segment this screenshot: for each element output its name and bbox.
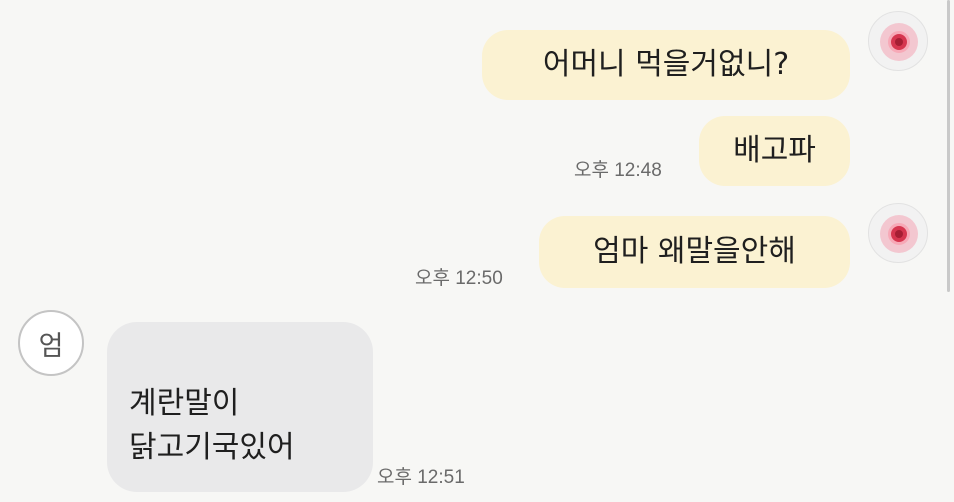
sender-initial: 엄 — [38, 330, 64, 362]
message-text: 어머니 먹을거없니? — [542, 47, 790, 82]
message-line: 닭고기국있어 — [129, 430, 295, 465]
message-timestamp: 오후 12:51 — [377, 467, 465, 488]
my-avatar-icon[interactable] — [868, 203, 928, 263]
message-text: 계란말이 닭고기국있어 — [129, 382, 295, 470]
sender-avatar[interactable]: 엄 — [18, 310, 84, 376]
message-line: 계란말이 — [129, 386, 240, 421]
outgoing-message[interactable]: 배고파 — [699, 116, 850, 186]
outgoing-message[interactable]: 엄마 왜말을안해 — [539, 216, 850, 288]
scrollbar[interactable] — [947, 0, 950, 292]
message-timestamp: 오후 12:50 — [415, 268, 503, 289]
incoming-message[interactable]: 계란말이 닭고기국있어 — [107, 322, 373, 492]
message-text: 배고파 — [733, 133, 816, 168]
my-avatar-icon[interactable] — [868, 11, 928, 71]
outgoing-message[interactable]: 어머니 먹을거없니? — [482, 30, 850, 100]
message-text: 엄마 왜말을안해 — [593, 234, 796, 269]
message-timestamp: 오후 12:48 — [574, 160, 662, 181]
